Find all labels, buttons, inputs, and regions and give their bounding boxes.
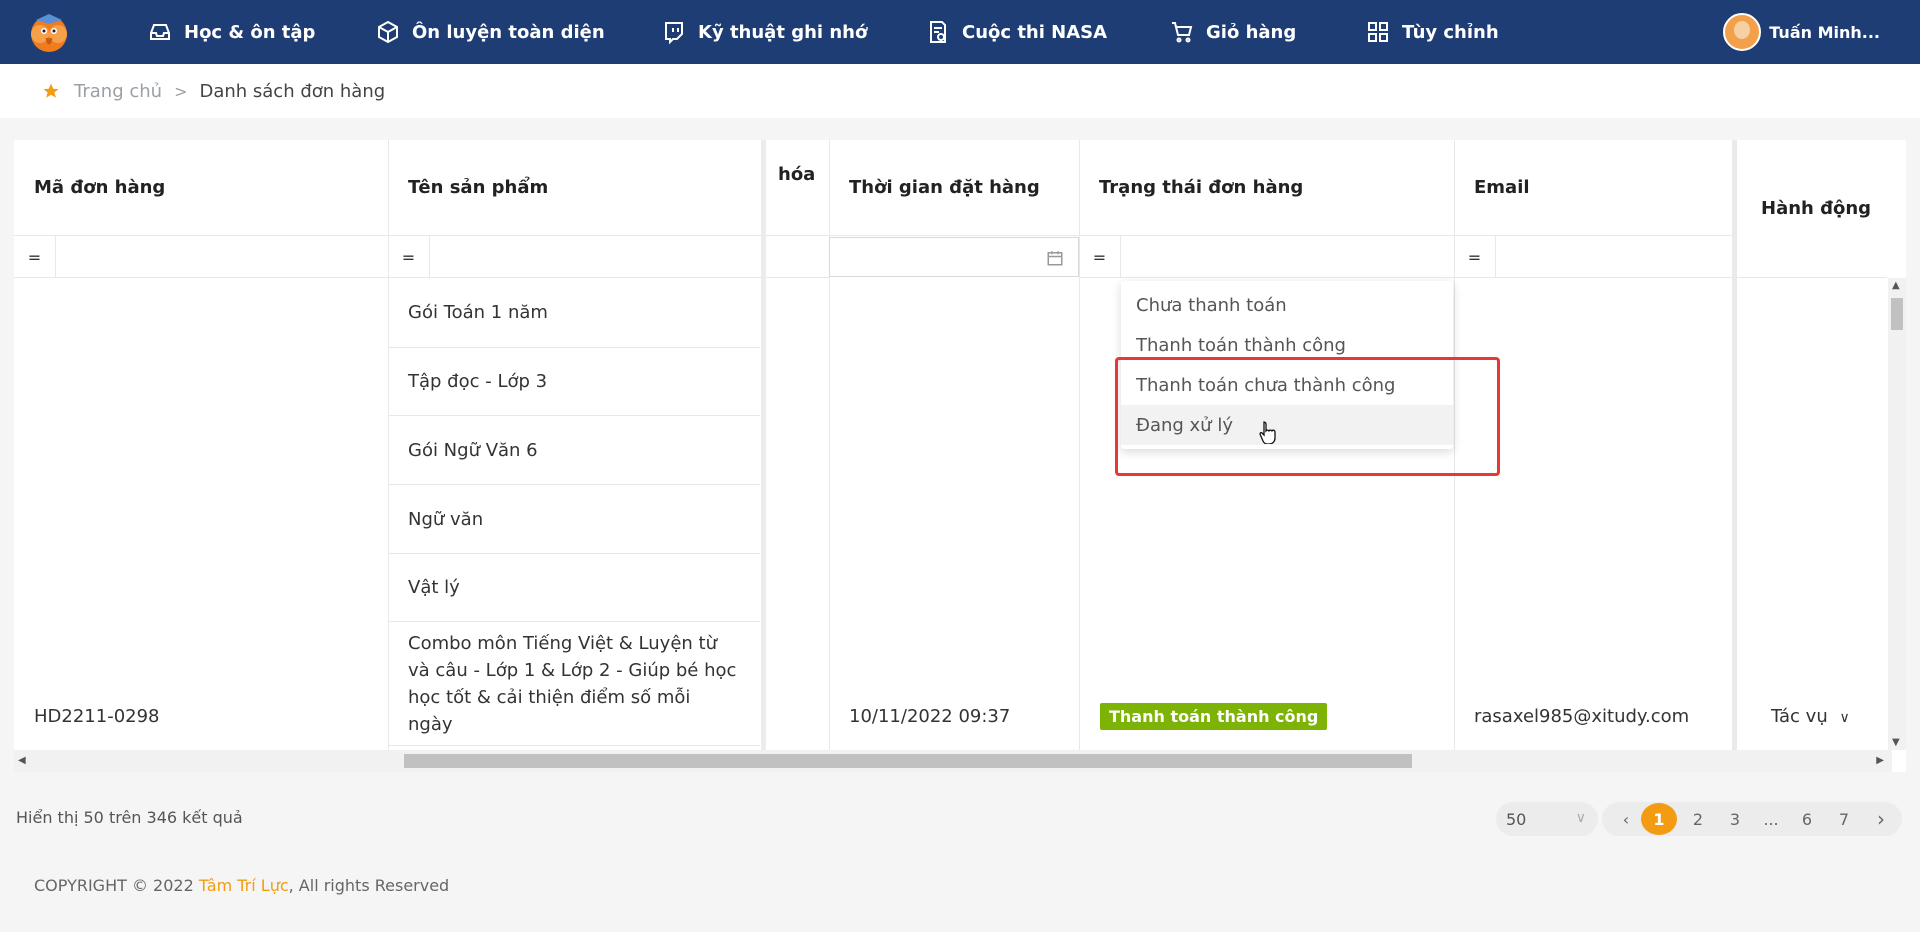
page-size-select[interactable]: 50 ∨ [1496,802,1598,836]
cart-icon [1172,22,1193,43]
list-item: Tập đọc - Lớp 3 [388,348,760,416]
product-column-body: Gói Toán 1 năm Tập đọc - Lớp 3 Gói Ngữ V… [388,278,762,750]
scroll-up-icon[interactable]: ▲ [1892,280,1900,291]
user-name: Tuấn Minh... [1769,22,1880,42]
option-unpaid[interactable]: Chưa thanh toán [1121,285,1453,325]
star-icon [43,83,59,98]
cube-icon [378,20,398,44]
orders-table: Mã đơn hàng Tên sản phẩm hóa Thời gian đ… [14,140,1906,772]
scrollbar-thumb[interactable] [404,754,1412,768]
filter-operator[interactable]: = [1454,236,1496,278]
filter-partial [766,236,829,278]
twitch-icon [665,22,683,44]
filter-order-status: = [1079,236,1454,278]
header-action: Hành động [1737,140,1887,278]
hand-cursor-icon [1259,421,1276,444]
scrollbar-thumb[interactable] [1891,298,1903,330]
nav-label: Cuộc thi NASA [962,21,1108,43]
page-7-button[interactable]: 7 [1834,802,1854,836]
filter-order-code: = [14,236,388,278]
calendar-icon [1047,251,1063,266]
filter-operator[interactable]: = [1079,236,1121,278]
user-menu[interactable]: Tuấn Minh... [1723,0,1880,64]
top-navbar: Học & ôn tập Ôn luyện toàn diện Kỹ thuật… [0,0,1920,64]
nav-learn-review[interactable]: Học & ôn tập [148,0,315,64]
nav-nasa-contest[interactable]: Cuộc thi NASA [926,0,1107,64]
filter-operator[interactable]: = [14,236,56,278]
nav-label: Học & ôn tập [184,21,316,43]
list-item: Gói Toán 1 năm [388,278,760,348]
grid-icon [1368,22,1388,42]
document-icon [930,21,946,43]
breadcrumb-current: Danh sách đơn hàng [199,80,386,102]
inbox-icon [150,24,170,40]
chevron-down-icon: ∨ [1575,810,1586,826]
list-item: Combo môn Tiếng Việt & Luyện từ và câu -… [388,622,760,746]
horizontal-scrollbar[interactable]: ◀ ▶ [14,750,1892,772]
brand-link[interactable]: Tâm Trí Lực [199,876,289,895]
list-item: Gói Ngữ Văn 6 [388,416,760,485]
annotation-highlight-box [1115,357,1500,476]
result-count-text: Hiển thị 50 trên 346 kết quả [16,808,243,827]
scroll-left-icon[interactable]: ◀ [18,755,26,766]
actions-dropdown[interactable]: Tác vụ ∨ [1771,706,1850,727]
page-3-button[interactable]: 3 [1725,802,1745,836]
breadcrumb-separator: > [174,81,188,101]
filter-date-picker[interactable] [829,237,1079,277]
order-code-cell: HD2211-0298 [34,706,160,727]
filter-product-name: = [388,236,762,278]
page-1-button[interactable]: 1 [1641,803,1677,835]
nav-label: Giỏ hàng [1206,21,1297,43]
header-order-code[interactable]: Mã đơn hàng [14,140,388,236]
header-product-name[interactable]: Tên sản phẩm [388,140,762,236]
header-order-time[interactable]: Thời gian đặt hàng [829,140,1079,236]
header-email[interactable]: Email [1454,140,1734,236]
filter-operator[interactable]: = [388,236,430,278]
header-partial[interactable]: hóa [766,140,829,236]
nav-label: Tùy chỉnh [1402,21,1499,43]
list-item: Ngữ văn [388,485,760,554]
page-2-button[interactable]: 2 [1688,802,1708,836]
header-order-status[interactable]: Trạng thái đơn hàng [1079,140,1454,236]
nav-label: Kỹ thuật ghi nhớ [698,21,868,43]
breadcrumb-home-link[interactable]: Trang chủ [74,81,162,102]
scroll-right-icon[interactable]: ▶ [1876,755,1884,766]
nav-label: Ôn luyện toàn diện [412,21,605,43]
order-time-cell: 10/11/2022 09:37 [849,706,1011,727]
page-6-button[interactable]: 6 [1797,802,1817,836]
email-cell: rasaxel985@xitudy.com [1474,706,1690,727]
copyright-text: COPYRIGHT © 2022 Tâm Trí Lực, All rights… [34,876,450,895]
prev-page-button[interactable]: ‹ [1616,802,1636,836]
page-ellipsis: ... [1763,809,1779,829]
nav-memory-techniques[interactable]: Kỹ thuật ghi nhớ [662,0,867,64]
pagination: ‹ 1 2 3 ... 6 7 › [1602,802,1902,836]
nav-cart[interactable]: Giỏ hàng [1170,0,1296,64]
status-badge: Thanh toán thành công [1100,703,1328,730]
nav-comprehensive[interactable]: Ôn luyện toàn diện [376,0,605,64]
breadcrumb: Trang chủ > Danh sách đơn hàng [0,64,1920,118]
list-item: Vật lý [388,554,760,622]
app-logo[interactable] [26,10,72,54]
vertical-scrollbar[interactable]: ▲ ▼ [1888,278,1906,750]
filter-email: = [1454,236,1732,278]
nav-customize[interactable]: Tùy chỉnh [1366,0,1499,64]
scroll-down-icon[interactable]: ▼ [1892,737,1900,748]
chevron-down-icon: ∨ [1839,710,1850,726]
next-page-button[interactable]: › [1871,802,1891,836]
avatar [1723,13,1762,51]
